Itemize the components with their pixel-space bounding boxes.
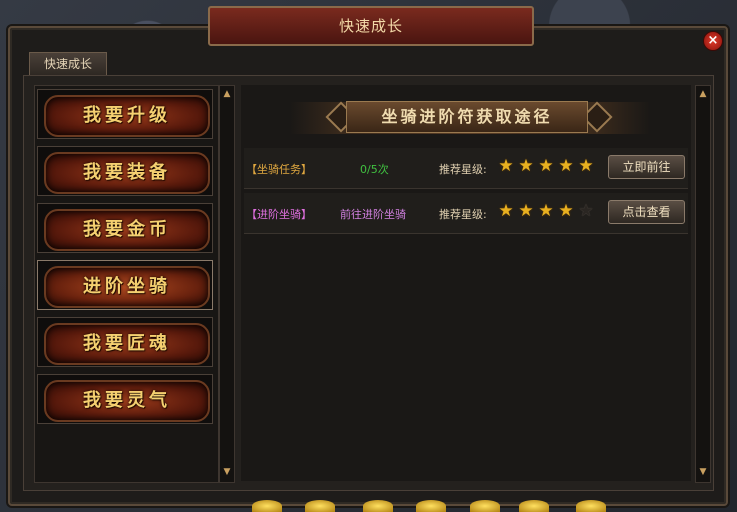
go-now-button[interactable]: 立即前往 (608, 155, 685, 179)
menu-item-craft-soul[interactable]: 我要匠魂 (37, 317, 213, 367)
menu-item-advance-mount[interactable]: 进阶坐骑 (37, 260, 213, 310)
row-description: 前往进阶坐骑 (340, 208, 406, 221)
star-filled-icon: ★ (578, 156, 594, 176)
gold-ingot-icon (470, 500, 500, 512)
menu-item-equipment[interactable]: 我要装备 (37, 146, 213, 196)
star-filled-icon: ★ (518, 201, 534, 221)
star-rating: ★ ★ ★ ★ ★ (496, 156, 596, 176)
menu-item-label: 我要灵气 (44, 380, 210, 422)
star-filled-icon: ★ (518, 156, 534, 176)
left-scrollbar[interactable]: ▲ ▼ (219, 85, 235, 483)
gold-ingot-icon (305, 500, 335, 512)
close-button[interactable]: × (703, 31, 723, 51)
window-title: 快速成长 (208, 6, 534, 46)
star-empty-icon: ★ (578, 201, 594, 221)
star-filled-icon: ★ (498, 201, 514, 221)
right-content-panel (241, 85, 691, 481)
star-filled-icon: ★ (498, 156, 514, 176)
scroll-up-arrow[interactable]: ▲ (698, 89, 708, 99)
right-scrollbar[interactable]: ▲ ▼ (695, 85, 711, 483)
star-filled-icon: ★ (558, 201, 574, 221)
gold-ingot-icon (363, 500, 393, 512)
star-rating: ★ ★ ★ ★ ★ (496, 201, 596, 221)
menu-item-label: 进阶坐骑 (44, 266, 210, 308)
scroll-up-arrow[interactable]: ▲ (222, 89, 232, 99)
menu-item-gold[interactable]: 我要金币 (37, 203, 213, 253)
menu-item-label: 我要金币 (44, 209, 210, 251)
menu-item-spirit[interactable]: 我要灵气 (37, 374, 213, 424)
star-filled-icon: ★ (538, 156, 554, 176)
star-filled-icon: ★ (538, 201, 554, 221)
menu-item-label: 我要升级 (44, 95, 210, 137)
gold-ingot-icon (252, 500, 282, 512)
gold-ingot-icon (416, 500, 446, 512)
rating-label: 推荐星级: (439, 163, 487, 176)
menu-item-level-up[interactable]: 我要升级 (37, 89, 213, 139)
gold-ingot-icon (576, 500, 606, 512)
gold-ingot-icon (519, 500, 549, 512)
row-progress: 0/5次 (360, 163, 389, 176)
scroll-down-arrow[interactable]: ▼ (222, 467, 232, 477)
scroll-down-arrow[interactable]: ▼ (698, 467, 708, 477)
star-filled-icon: ★ (558, 156, 574, 176)
source-row: 【坐骑任务】 0/5次 推荐星级: ★ ★ ★ ★ ★ 立即前往 (244, 148, 688, 189)
menu-item-label: 我要装备 (44, 152, 210, 194)
rating-label: 推荐星级: (439, 208, 487, 221)
menu-item-label: 我要匠魂 (44, 323, 210, 365)
source-row: 【进阶坐骑】 前往进阶坐骑 推荐星级: ★ ★ ★ ★ ★ 点击查看 (244, 193, 688, 234)
tab-quick-growth[interactable]: 快速成长 (29, 52, 107, 75)
view-details-button[interactable]: 点击查看 (608, 200, 685, 224)
row-category: 【坐骑任务】 (246, 163, 312, 176)
section-title: 坐骑进阶符获取途径 (346, 101, 588, 133)
row-category: 【进阶坐骑】 (246, 208, 312, 221)
